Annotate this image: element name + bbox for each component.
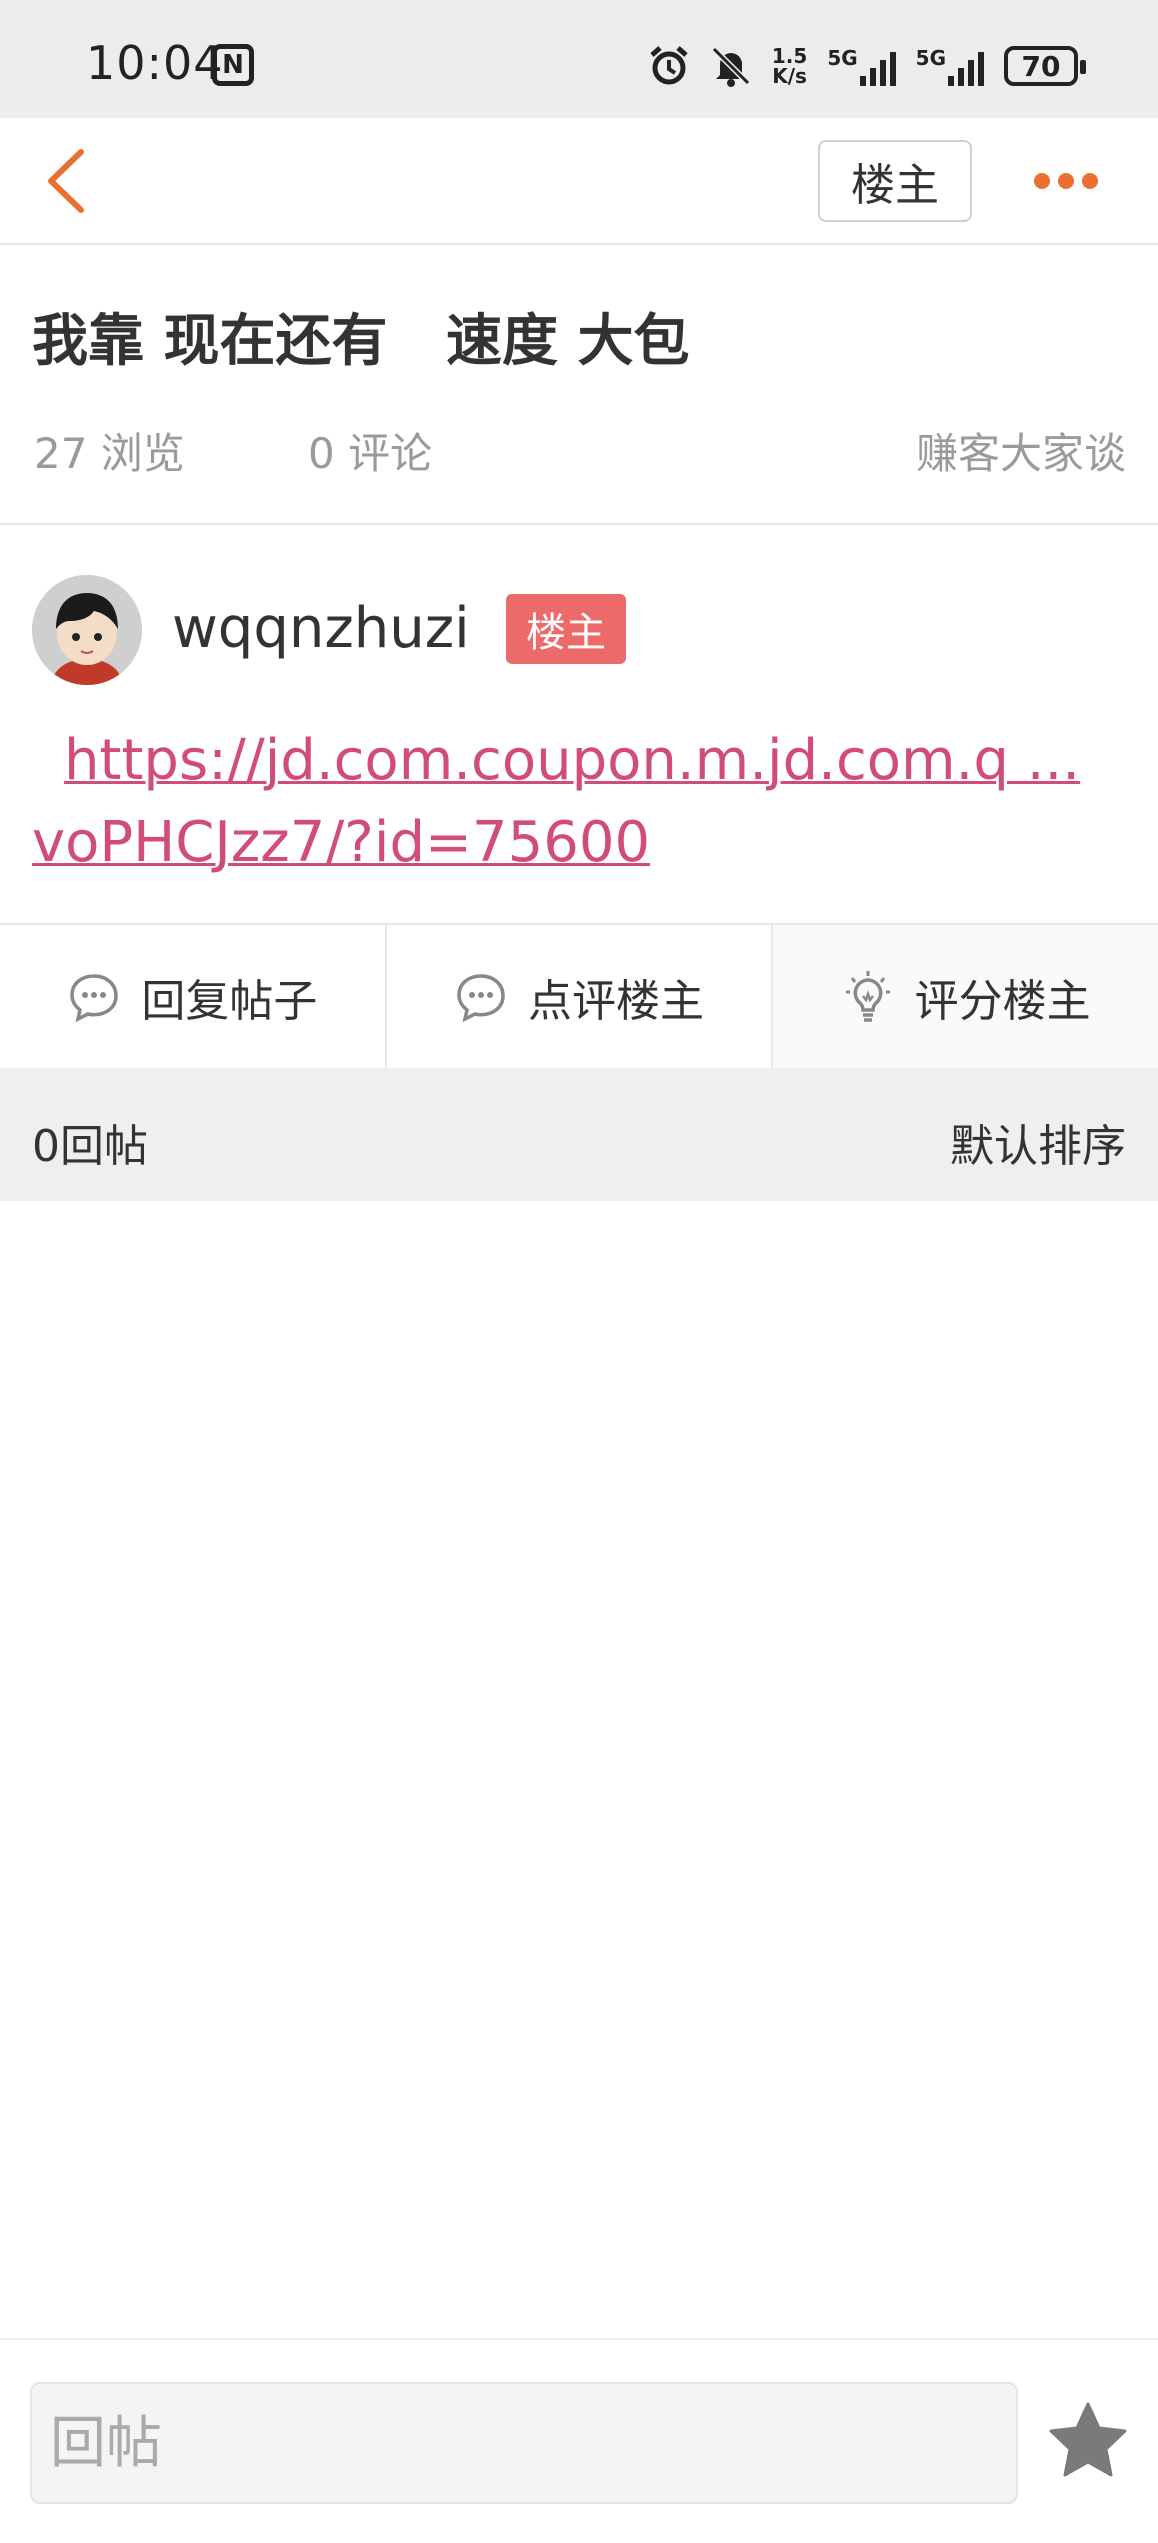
post-link-line-2[interactable]: voPHCJzz7/?id=75600 xyxy=(32,802,1132,884)
signal-bars-icon xyxy=(948,46,984,86)
back-button[interactable] xyxy=(30,146,100,216)
star-icon xyxy=(1049,2402,1127,2477)
nfc-icon: N xyxy=(212,44,254,86)
chevron-left-icon xyxy=(48,149,84,213)
rate-owner-button[interactable]: 评分楼主 xyxy=(773,925,1158,1068)
more-dot-icon xyxy=(1034,173,1050,189)
top-nav: 楼主 xyxy=(0,118,1158,245)
signal-bars-icon xyxy=(859,46,896,86)
avatar[interactable] xyxy=(32,575,142,685)
lightbulb-icon xyxy=(841,970,895,1024)
rate-owner-label: 评分楼主 xyxy=(914,975,1091,1027)
reply-post-button[interactable]: 回复帖子 xyxy=(0,925,387,1068)
status-time: 10:04 xyxy=(86,36,224,90)
status-icons: 1.5 K/s 5G 5G 70 xyxy=(648,38,1086,94)
alarm-icon xyxy=(648,45,690,87)
signal-2: 5G xyxy=(916,46,984,86)
replies-bar: 0回帖 默认排序 xyxy=(0,1068,1158,1201)
owner-only-button[interactable]: 楼主 xyxy=(818,140,972,222)
status-bar: 10:04 N 1.5 K/s 5G 5G 70 xyxy=(0,0,1158,118)
signal-1: 5G xyxy=(827,46,896,86)
favorite-button[interactable] xyxy=(1046,2400,1130,2484)
divider xyxy=(0,523,1158,525)
thread-page: 10:04 N 1.5 K/s 5G 5G 70 楼主 我靠 现在还有 速度 大… xyxy=(0,0,1158,2543)
view-count: 27 浏览 xyxy=(34,429,185,478)
mute-bell-icon xyxy=(710,45,752,87)
post-actions: 回复帖子 点评楼主 评分楼主 xyxy=(0,923,1158,1068)
sort-order-button[interactable]: 默认排序 xyxy=(950,1110,1126,1174)
reply-count: 0回帖 xyxy=(32,1121,148,1172)
post-title: 我靠 现在还有 速度 大包 xyxy=(32,309,690,374)
bottom-bar xyxy=(0,2338,1158,2543)
chat-bubble-icon xyxy=(454,970,508,1024)
battery-icon: 70 xyxy=(1004,46,1086,86)
board-name[interactable]: 赚客大家谈 xyxy=(916,420,1126,481)
avatar-image xyxy=(32,575,142,685)
more-options-button[interactable] xyxy=(1030,158,1102,204)
post-link[interactable]: https://jd.com.coupon.m.jd.com.q ... voP… xyxy=(32,720,1132,884)
more-dot-icon xyxy=(1058,173,1074,189)
more-dot-icon xyxy=(1082,173,1098,189)
chat-bubble-icon xyxy=(67,970,121,1024)
reply-input[interactable] xyxy=(30,2382,1018,2504)
owner-badge: 楼主 xyxy=(506,594,626,664)
comment-owner-label: 点评楼主 xyxy=(528,975,704,1027)
comment-count: 0 评论 xyxy=(308,429,433,478)
author-name[interactable]: wqqnzhuzi xyxy=(172,596,470,661)
post-link-line-1[interactable]: https://jd.com.coupon.m.jd.com.q ... xyxy=(32,720,1132,802)
reply-post-label: 回复帖子 xyxy=(141,975,318,1027)
comment-owner-button[interactable]: 点评楼主 xyxy=(386,925,774,1068)
network-speed: 1.5 K/s xyxy=(771,44,808,88)
